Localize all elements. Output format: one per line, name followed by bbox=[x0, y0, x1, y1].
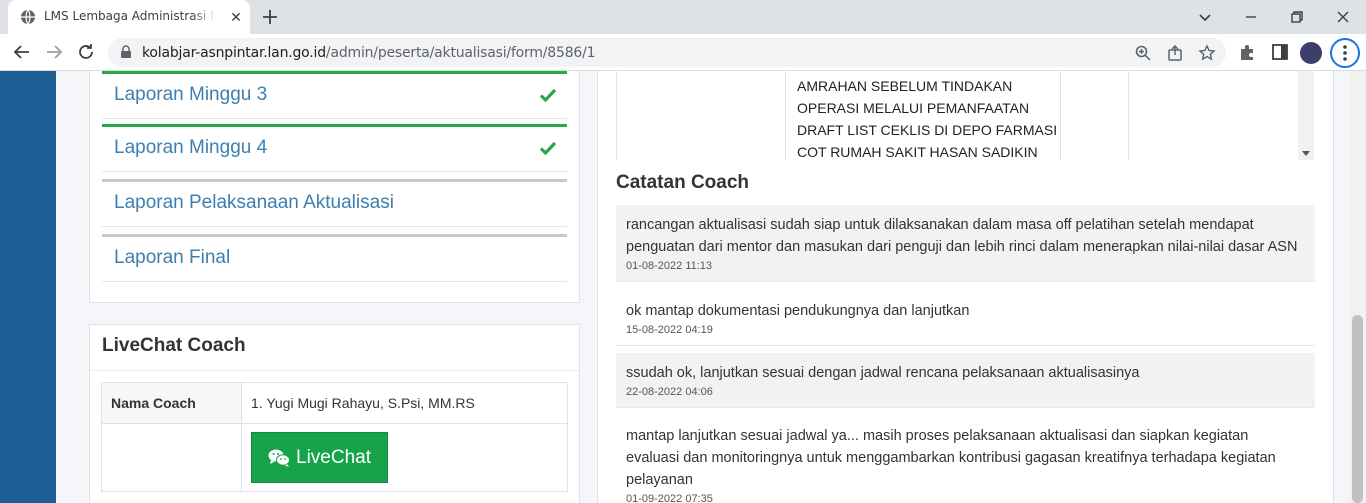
report-item-pelaksanaan[interactable]: Laporan Pelaksanaan Aktualisasi bbox=[102, 179, 567, 227]
action-line: COT RUMAH SAKIT HASAN SADIKIN bbox=[797, 144, 1038, 160]
lock-icon[interactable] bbox=[119, 45, 133, 59]
coach-note: rancangan aktualisasi sudah siap untuk d… bbox=[616, 205, 1315, 282]
page-content: Laporan Minggu 3 Laporan Minggu 4 Lapora… bbox=[0, 71, 1366, 503]
minimize-icon[interactable] bbox=[1239, 5, 1263, 29]
tab-close-icon[interactable]: ✕ bbox=[227, 8, 245, 26]
livechat-button[interactable]: LiveChat bbox=[251, 432, 388, 483]
note-text: ssudah ok, lanjutkan sesuai dengan jadwa… bbox=[626, 365, 1140, 381]
zoom-icon[interactable] bbox=[1134, 44, 1152, 62]
side-panel-icon[interactable] bbox=[1270, 42, 1290, 62]
action-table-scrollbox[interactable]: AMRAHAN SEBELUM TINDAKAN OPERASI MELALUI… bbox=[616, 71, 1314, 160]
coach-name-value: 1. Yugi Mugi Rahayu, S.Psi, MM.RS bbox=[241, 382, 568, 424]
check-icon bbox=[539, 88, 557, 103]
column-divider bbox=[1060, 71, 1061, 160]
report-item-final[interactable]: Laporan Final bbox=[102, 234, 567, 282]
report-label[interactable]: Laporan Final bbox=[114, 247, 230, 269]
sidebar bbox=[0, 71, 56, 503]
report-list-card: Laporan Minggu 3 Laporan Minggu 4 Lapora… bbox=[89, 71, 580, 303]
profile-avatar[interactable] bbox=[1300, 42, 1322, 64]
bookmark-star-icon[interactable] bbox=[1198, 44, 1216, 62]
coach-note: mantap lanjutkan sesuai jadwal ya... mas… bbox=[616, 416, 1315, 503]
back-arrow-icon[interactable] bbox=[10, 40, 34, 64]
coach-name-label: Nama Coach bbox=[101, 382, 242, 424]
livechat-coach-card: LiveChat Coach Nama Coach 1. Yugi Mugi R… bbox=[89, 324, 580, 503]
close-window-icon[interactable] bbox=[1331, 5, 1355, 29]
report-item-minggu-4[interactable]: Laporan Minggu 4 bbox=[102, 124, 567, 172]
page-scrollbar[interactable] bbox=[1349, 71, 1366, 503]
note-timestamp: 22-08-2022 04:06 bbox=[626, 386, 713, 398]
note-text: rancangan aktualisasi sudah siap untuk d… bbox=[626, 217, 1298, 255]
note-timestamp: 01-09-2022 07:35 bbox=[626, 493, 713, 503]
livechat-title: LiveChat Coach bbox=[102, 335, 246, 356]
reload-icon[interactable] bbox=[74, 40, 98, 64]
report-label[interactable]: Laporan Pelaksanaan Aktualisasi bbox=[114, 192, 394, 214]
detail-card: AMRAHAN SEBELUM TINDAKAN OPERASI MELALUI… bbox=[597, 71, 1334, 503]
report-label[interactable]: Laporan Minggu 4 bbox=[114, 137, 267, 159]
empty-cell bbox=[101, 423, 242, 492]
check-icon bbox=[539, 141, 557, 156]
tab-title: LMS Lembaga Administrasi Negara bbox=[44, 9, 216, 23]
coach-note: ok mantap dokumentasi pendukungnya dan l… bbox=[616, 291, 1315, 346]
globe-icon bbox=[21, 9, 35, 25]
coach-table: Nama Coach 1. Yugi Mugi Rahayu, S.Psi, M… bbox=[101, 382, 568, 492]
action-description: AMRAHAN SEBELUM TINDAKAN OPERASI MELALUI… bbox=[797, 75, 1057, 160]
extensions-puzzle-icon[interactable] bbox=[1238, 42, 1258, 62]
report-item-minggu-3[interactable]: Laporan Minggu 3 bbox=[102, 71, 567, 119]
scrollbar-thumb[interactable] bbox=[1352, 315, 1363, 503]
share-icon[interactable] bbox=[1166, 44, 1184, 62]
browser-tab[interactable]: LMS Lembaga Administrasi Negara ✕ bbox=[8, 0, 250, 34]
action-table: AMRAHAN SEBELUM TINDAKAN OPERASI MELALUI… bbox=[616, 71, 1307, 160]
new-tab-icon[interactable] bbox=[260, 7, 280, 27]
livechat-button-cell: LiveChat bbox=[241, 423, 568, 492]
kebab-menu-icon bbox=[1343, 45, 1347, 61]
browser-menu-button[interactable] bbox=[1330, 38, 1360, 68]
catatan-coach-title: Catatan Coach bbox=[616, 172, 750, 193]
note-timestamp: 01-08-2022 11:13 bbox=[626, 260, 713, 272]
note-timestamp: 15-08-2022 04:19 bbox=[626, 324, 713, 336]
column-divider bbox=[1128, 71, 1129, 160]
forward-arrow-icon[interactable] bbox=[42, 40, 66, 64]
tab-search-chevron-icon[interactable] bbox=[1193, 5, 1217, 29]
action-line: AMRAHAN SEBELUM TINDAKAN bbox=[797, 78, 1013, 94]
report-label[interactable]: Laporan Minggu 3 bbox=[114, 84, 267, 106]
note-text: ok mantap dokumentasi pendukungnya dan l… bbox=[626, 303, 970, 319]
divider bbox=[90, 370, 579, 371]
address-bar[interactable]: kolabjar-asnpintar.lan.go.id/admin/peser… bbox=[108, 38, 1226, 67]
url-text[interactable]: kolabjar-asnpintar.lan.go.id/admin/peser… bbox=[142, 45, 596, 61]
action-line: DRAFT LIST CEKLIS DI DEPO FARMASI bbox=[797, 122, 1058, 138]
coach-note: ssudah ok, lanjutkan sesuai dengan jadwa… bbox=[616, 353, 1315, 408]
livechat-button-label: LiveChat bbox=[296, 446, 371, 468]
action-line: OPERASI MELALUI PEMANFAATAN bbox=[797, 100, 1030, 116]
column-divider bbox=[785, 71, 786, 160]
browser-tab-strip: LMS Lembaga Administrasi Negara ✕ bbox=[0, 0, 1366, 34]
restore-icon[interactable] bbox=[1285, 5, 1309, 29]
scroll-down-arrow-icon[interactable] bbox=[1302, 151, 1310, 156]
note-text: mantap lanjutkan sesuai jadwal ya... mas… bbox=[626, 428, 1276, 488]
wechat-icon bbox=[268, 449, 290, 467]
browser-toolbar: kolabjar-asnpintar.lan.go.id/admin/peser… bbox=[0, 34, 1366, 71]
inner-scrollbar[interactable] bbox=[1298, 71, 1314, 160]
